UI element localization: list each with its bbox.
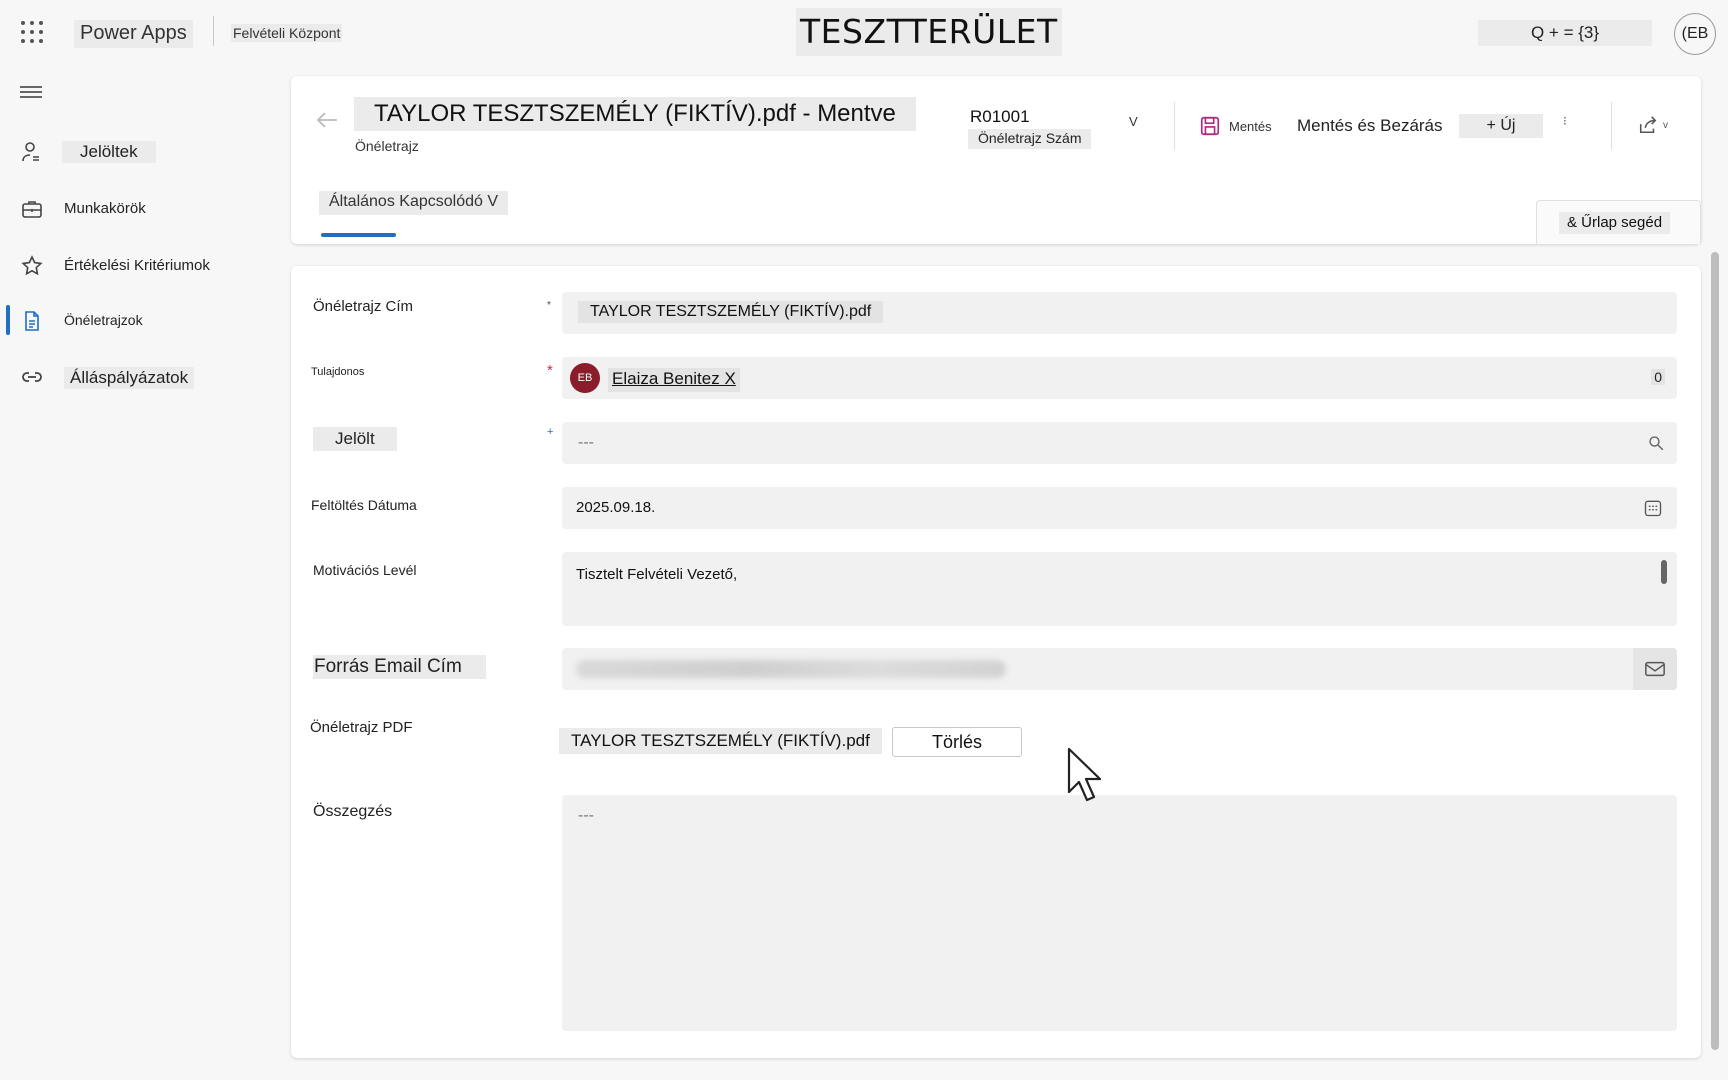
required-marker: * (547, 300, 551, 311)
send-email-button[interactable] (1633, 648, 1677, 690)
resume-pdf-label: Önéletrajz PDF (310, 719, 413, 736)
sidebar-item-candidates[interactable]: Jelöltek (0, 132, 270, 172)
mail-icon (1645, 661, 1665, 677)
source-email-label: Forrás Email Cím (313, 655, 486, 679)
star-icon (21, 255, 43, 276)
link-icon (22, 372, 42, 382)
owner-link[interactable]: Elaiza Benitez X (608, 368, 740, 392)
share-icon (1639, 116, 1657, 134)
sidebar-item-positions[interactable]: Munkakörök (0, 189, 270, 229)
upload-date-value: 2025.09.18. (576, 499, 656, 516)
environment-name[interactable]: Felvételi Központ (231, 24, 343, 42)
candidate-label: Jelölt (313, 427, 397, 451)
record-title: TAYLOR TESZTSZEMÉLY (FIKTÍV).pdf - Mentv… (354, 97, 916, 131)
form-helper-panel[interactable]: & Űrlap segéd (1536, 200, 1701, 244)
save-label: Mentés (1229, 118, 1272, 134)
candidate-placeholder: --- (578, 434, 594, 451)
sidebar-item-resumes[interactable]: Önéletrajzok (0, 301, 270, 341)
save-and-close-button[interactable]: Mentés és Bezárás (1297, 116, 1443, 136)
save-button[interactable]: Mentés (1199, 114, 1272, 138)
workspace-title: TESZTTERÜLET (796, 8, 1062, 56)
app-launcher-icon[interactable] (20, 20, 44, 44)
owner-label: Tulajdonos (311, 366, 365, 378)
tab-general[interactable]: Általános Kapcsolódó V (319, 191, 508, 215)
lookup-search-icon[interactable] (1647, 434, 1665, 452)
form-card: Önéletrajz Cím * TAYLOR TESZTSZEMÉLY (FI… (291, 266, 1701, 1058)
header-fields-dropdown[interactable]: V (1129, 114, 1138, 129)
sidebar-item-label: Álláspályázatok (64, 367, 195, 389)
resume-pdf-file-link[interactable]: TAYLOR TESZTSZEMÉLY (FIKTÍV).pdf (559, 728, 882, 754)
summary-placeholder: --- (578, 807, 594, 824)
record-number: R01001 (970, 107, 1030, 126)
resume-title-label: Önéletrajz Cím (313, 298, 414, 315)
resume-title-field[interactable]: TAYLOR TESZTSZEMÉLY (FIKTÍV).pdf (562, 292, 1677, 334)
sidebar-item-label: Értékelési Kritériumok (64, 257, 210, 274)
top-search[interactable]: Q + = {3} (1478, 20, 1652, 46)
person-icon (22, 142, 39, 162)
back-arrow-icon[interactable] (315, 110, 339, 130)
top-bar: Power Apps Felvételi Központ TESZTTERÜLE… (0, 0, 1728, 66)
record-number-label: Önéletrajz Szám (968, 129, 1092, 149)
recommended-marker: + (547, 426, 554, 438)
divider (1174, 102, 1175, 150)
owner-avatar: EB (570, 363, 600, 393)
cover-letter-textarea[interactable]: Tisztelt Felvételi Vezető, (562, 552, 1677, 626)
candidate-lookup-field[interactable]: --- (562, 422, 1677, 464)
sidebar-item-label: Munkakörök (64, 200, 146, 217)
more-commands-icon[interactable]: ⁝ (1563, 114, 1567, 128)
owner-field[interactable]: EB Elaiza Benitez X 0 (562, 357, 1677, 399)
calendar-icon[interactable] (1643, 498, 1663, 518)
page-scrollbar[interactable] (1711, 252, 1719, 1050)
chevron-down-icon: v (1663, 119, 1668, 131)
summary-label: Összegzés (313, 803, 393, 820)
sidebar-item-label: Önéletrajzok (64, 312, 143, 328)
resume-title-value: TAYLOR TESZTSZEMÉLY (FIKTÍV).pdf (578, 301, 884, 323)
source-email-field[interactable] (562, 648, 1677, 690)
upload-date-label: Feltöltés Dátuma (311, 497, 417, 513)
briefcase-icon (22, 201, 42, 218)
new-button[interactable]: + Új (1459, 114, 1543, 138)
form-helper-button[interactable]: & Űrlap segéd (1559, 212, 1671, 234)
delete-file-button[interactable]: Törlés (892, 727, 1022, 757)
upload-date-field[interactable]: 2025.09.18. (562, 487, 1677, 529)
cover-letter-value: Tisztelt Felvételi Vezető, (576, 566, 738, 583)
sidebar-item-criteria[interactable]: Értékelési Kritériumok (0, 246, 270, 286)
record-entity: Önéletrajz (355, 138, 419, 154)
active-tab-indicator (321, 233, 396, 237)
redacted-email (576, 660, 1006, 678)
sidebar-item-applications[interactable]: Álláspályázatok (0, 357, 270, 397)
record-header: TAYLOR TESZTSZEMÉLY (FIKTÍV).pdf - Mentv… (291, 76, 1701, 244)
summary-textarea[interactable]: --- (562, 795, 1677, 1031)
mouse-pointer-icon (1067, 747, 1102, 802)
divider (213, 16, 214, 46)
cover-letter-label: Motivációs Levél (313, 562, 417, 578)
owner-count: 0 (1651, 369, 1665, 385)
app-name[interactable]: Power Apps (74, 20, 193, 48)
document-icon (25, 311, 39, 331)
hamburger-menu-icon[interactable] (20, 86, 42, 100)
share-button[interactable]: v (1637, 115, 1668, 135)
required-marker: * (547, 362, 553, 379)
textarea-scrollbar[interactable] (1661, 560, 1667, 584)
sidebar-item-label: Jelöltek (62, 141, 156, 163)
divider (1611, 102, 1612, 150)
user-avatar[interactable]: (EB (1674, 13, 1716, 55)
save-icon (1200, 116, 1220, 136)
